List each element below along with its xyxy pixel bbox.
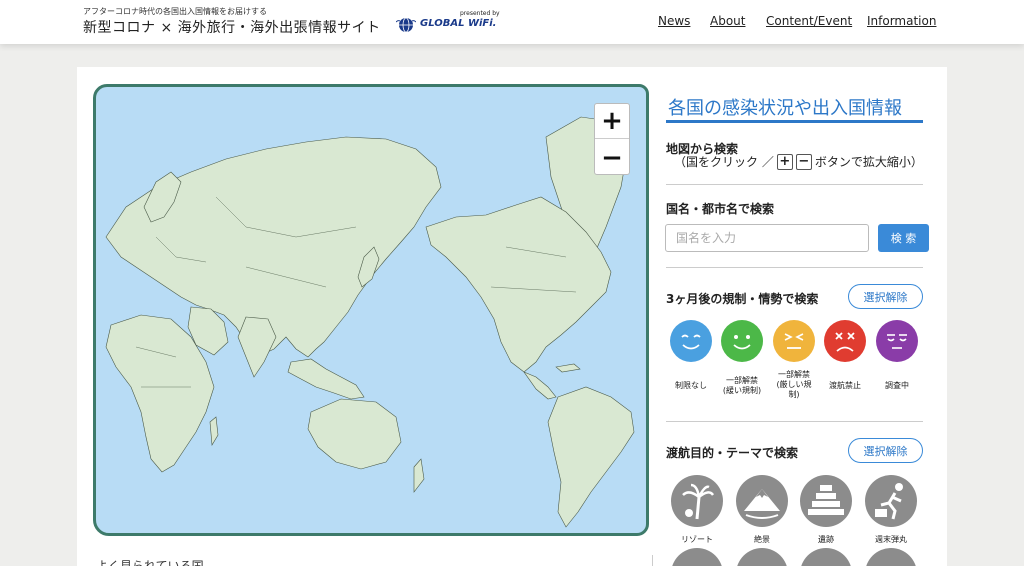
mountain-icon (744, 489, 780, 519)
map-search-hint: （国をクリック ／ + − ボタンで拡大縮小） (674, 153, 923, 170)
column-divider (652, 555, 653, 566)
australia-landmass (307, 398, 402, 470)
site-header: アフターコロナ時代の各国出入国情報をお届けする 新型コロナ × 海外旅行・海外出… (0, 0, 1024, 44)
map-search-hint-part2: ボタンで拡大縮小） (814, 155, 923, 169)
divider (666, 184, 923, 185)
popular-countries-heading: よく見られている国 (96, 559, 204, 566)
map-search-hint-part1: （国をクリック ／ (674, 155, 774, 169)
happy-face-icon[interactable] (721, 320, 763, 362)
banned-face-icon[interactable] (824, 320, 866, 362)
theme-weekend-button[interactable] (865, 475, 917, 527)
minus-key-icon: − (795, 153, 812, 170)
nav-news[interactable]: News (658, 14, 690, 28)
theme-search-heading: 渡航目的・テーマで検索 (666, 446, 799, 460)
zoom-in-button[interactable]: + (595, 104, 629, 139)
theme-label-scenery: 絶景 (754, 535, 770, 544)
nav-information[interactable]: Information (867, 14, 936, 28)
new-zealand-landmass (413, 458, 425, 493)
level-label-investigating: 調査中 (885, 381, 909, 390)
nav-content-event[interactable]: Content/Event (766, 14, 852, 28)
madagascar-landmass (209, 416, 219, 446)
clear-restriction-button[interactable]: 選択解除 (848, 284, 923, 309)
theme-label-weekend: 週末弾丸 (875, 535, 907, 544)
smile-face-icon[interactable] (670, 320, 712, 362)
caribbean-landmass (555, 363, 581, 373)
pyramid-icon (808, 485, 844, 515)
zoom-out-button[interactable]: − (595, 140, 629, 175)
name-search-heading: 国名・都市名で検索 (666, 202, 775, 216)
country-search-input[interactable] (665, 224, 869, 252)
india-landmass (237, 316, 277, 378)
presented-by-label: presented by (460, 10, 500, 17)
level-label-no-restriction: 制限なし (675, 381, 707, 390)
panel-title: 各国の感染状況や出入国情報 (668, 98, 902, 119)
title-underline (666, 120, 923, 123)
investigating-face-icon[interactable] (876, 320, 918, 362)
theme-scenery-button[interactable] (736, 475, 788, 527)
level-label-travel-ban: 渡航禁止 (829, 381, 861, 390)
world-map[interactable] (93, 84, 649, 536)
global-wifi-logo[interactable]: presented by GLOBAL WiFi. (396, 10, 506, 36)
divider (666, 267, 923, 268)
world-map-shapes[interactable] (96, 87, 646, 533)
level-label-partial-strict: 一部解禁 (厳しい規 制) (776, 370, 812, 399)
search-button[interactable]: 検 索 (878, 224, 929, 252)
theme-label-resort: リゾート (681, 535, 713, 544)
level-label-partial-loose: 一部解禁 (緩い規制) (722, 376, 762, 395)
theme-ruins-button[interactable] (800, 475, 852, 527)
central-america-landmass (523, 371, 557, 400)
theme-resort-button[interactable] (671, 475, 723, 527)
sea-islands-landmass (287, 358, 365, 400)
theme-label-ruins: 遺跡 (818, 535, 834, 544)
worried-face-icon[interactable] (773, 320, 815, 362)
map-zoom-control: + − (594, 103, 630, 175)
divider (666, 421, 923, 422)
restriction-search-heading: 3ヶ月後の規制・情勢で検索 (666, 292, 819, 306)
globe-wifi-icon (396, 17, 416, 33)
brand-name: GLOBAL WiFi. (420, 18, 497, 29)
site-title[interactable]: 新型コロナ × 海外旅行・海外出張情報サイト (83, 17, 381, 37)
south-america-landmass (547, 386, 635, 528)
runner-icon (875, 483, 903, 520)
site-tagline: アフターコロナ時代の各国出入国情報をお届けする (83, 7, 267, 16)
clear-theme-button[interactable]: 選択解除 (848, 438, 923, 463)
nav-about[interactable]: About (710, 14, 745, 28)
palm-tree-icon (682, 483, 715, 520)
plus-key-icon: + (776, 153, 793, 170)
